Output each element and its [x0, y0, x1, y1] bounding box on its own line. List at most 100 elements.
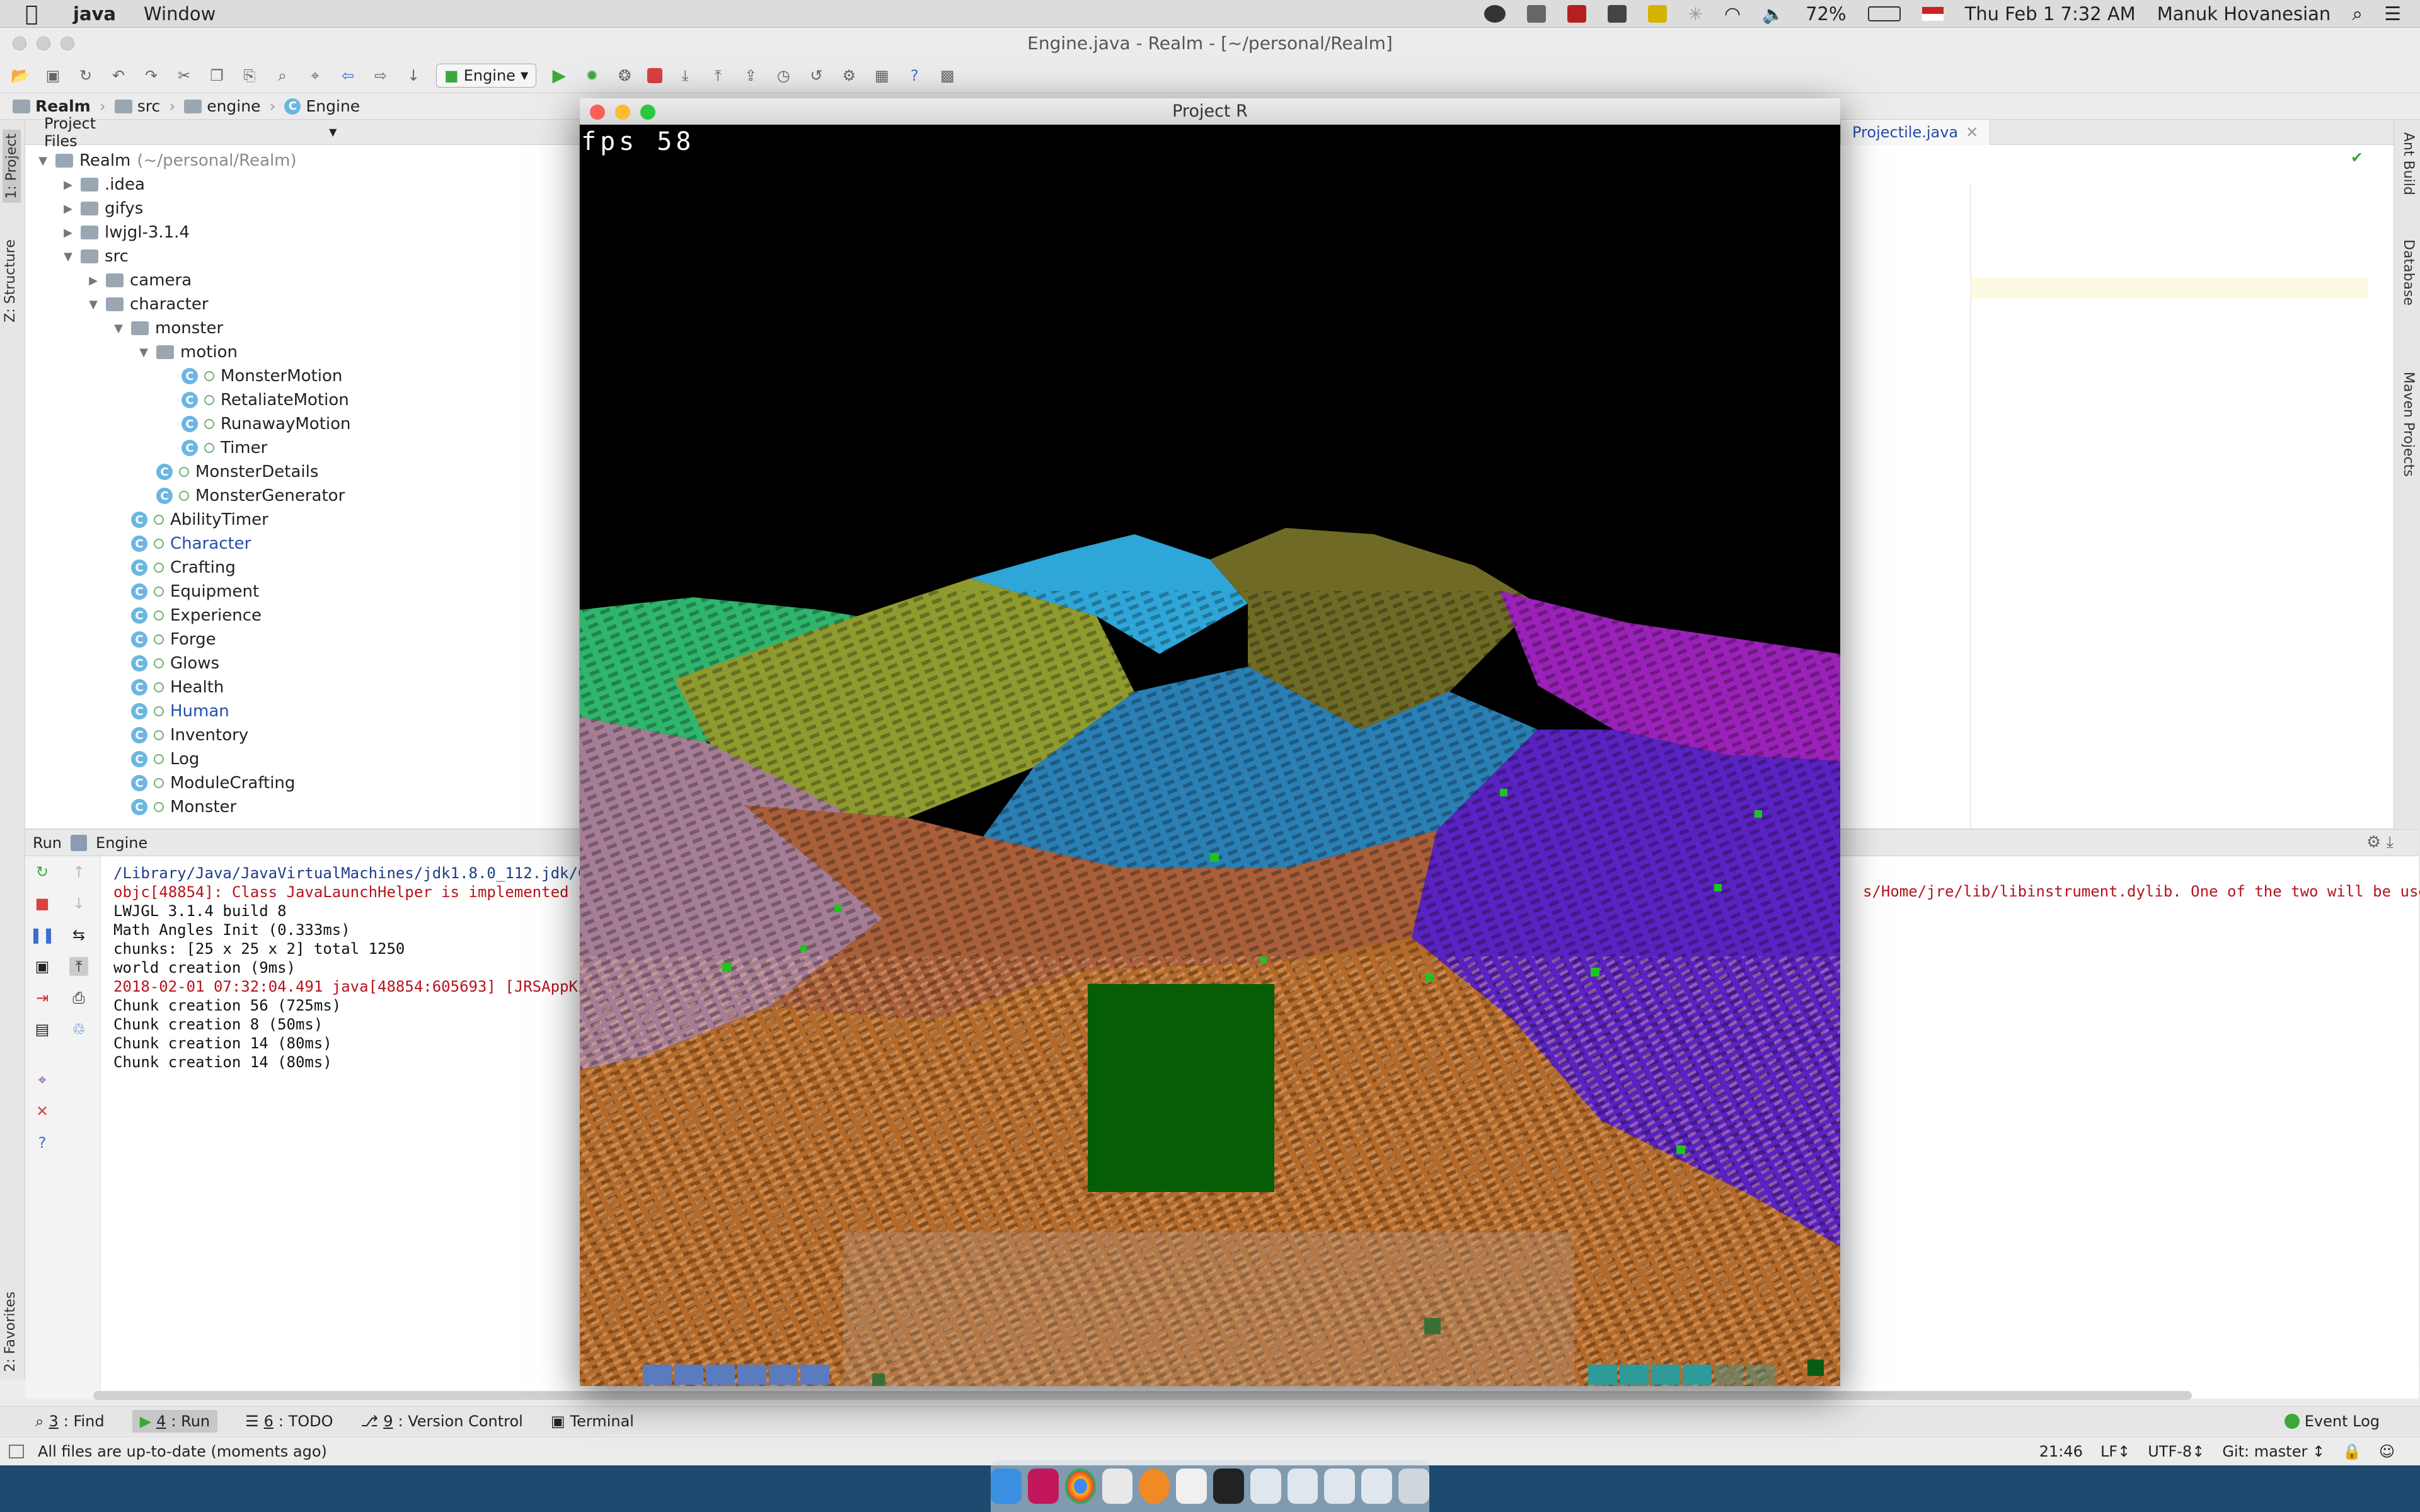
breadcrumb-realm[interactable]: Realm — [13, 97, 91, 115]
inspector-icon[interactable]: ☺ — [2379, 1443, 2395, 1460]
scroll-to-end-icon[interactable]: ⤒ — [69, 957, 88, 976]
game-zoom-button[interactable] — [640, 105, 655, 120]
tree-folder[interactable]: ▼ monster — [25, 316, 579, 340]
chevron-down-icon[interactable]: ▼ — [329, 126, 337, 138]
tool-tab[interactable]: ☰ 6: TODO — [245, 1412, 333, 1430]
tree-class[interactable]: ▶CLog — [25, 747, 579, 771]
vcs-history-icon[interactable]: ◷ — [773, 66, 793, 86]
intellij-icon[interactable] — [1027, 1469, 1059, 1504]
layout-icon[interactable]: ▤ — [33, 1020, 52, 1039]
tree-class[interactable]: ▶CForge — [25, 627, 579, 651]
settings-icon[interactable]: ⚙ — [839, 66, 859, 86]
open-icon[interactable]: 📂 — [10, 66, 30, 86]
tree-class[interactable]: ▶CHealth — [25, 675, 579, 699]
help-icon[interactable]: ? — [33, 1133, 52, 1152]
tool-tab[interactable]: ⎇ 9: Version Control — [361, 1412, 523, 1430]
tree-class[interactable]: ▶CExperience — [25, 604, 579, 627]
tree-folder[interactable]: ▶ camera — [25, 268, 579, 292]
exit-icon[interactable]: ⇥ — [33, 988, 52, 1007]
expand-arrow-icon[interactable]: ▼ — [137, 346, 150, 359]
gear-icon[interactable]: ⚙ ⤓ — [2366, 833, 2394, 852]
tree-class[interactable]: ▶CInventory — [25, 723, 579, 747]
coverage-icon[interactable]: ❂ — [614, 66, 635, 86]
textedit-icon[interactable] — [1102, 1469, 1133, 1504]
app-menu[interactable]: java — [73, 3, 116, 25]
tree-folder[interactable]: ▶ lwjgl-3.1.4 — [25, 220, 579, 244]
breadcrumb-src[interactable]: src — [114, 97, 160, 115]
tree-folder[interactable]: ▼ Realm (~/personal/Realm) — [25, 149, 579, 173]
tray-app-icon[interactable] — [1484, 5, 1506, 23]
tree-class[interactable]: ▶CHuman — [25, 699, 579, 723]
trash-icon[interactable]: ♲ — [69, 1020, 88, 1039]
flag-icon[interactable] — [1922, 7, 1944, 21]
pause-icon[interactable]: ❚❚ — [30, 925, 55, 944]
help-icon[interactable]: ? — [904, 66, 925, 86]
rerun-icon[interactable]: ↻ — [33, 862, 52, 881]
volume-icon[interactable]: 🔈 — [1762, 4, 1784, 25]
tool-tab[interactable]: ▣ Terminal — [551, 1412, 634, 1430]
down-icon[interactable]: ↓ — [69, 894, 88, 913]
apple-menu-icon[interactable]:  — [25, 1, 50, 26]
replace-icon[interactable]: ⌖ — [305, 66, 325, 86]
close-icon[interactable]: ✕ — [33, 1102, 52, 1121]
tree-class[interactable]: ▶CTimer — [25, 436, 579, 460]
print-icon[interactable]: ⎙ — [69, 988, 88, 1007]
clock[interactable]: Thu Feb 1 7:32 AM — [1965, 3, 2136, 25]
tree-class[interactable]: ▶CCharacter — [25, 532, 579, 556]
lock-icon[interactable]: 🔒 — [2342, 1443, 2361, 1460]
debug-icon[interactable]: ✹ — [582, 66, 602, 86]
save-icon[interactable]: ▣ — [43, 66, 63, 86]
tree-class[interactable]: ▶CMonsterDetails — [25, 460, 579, 484]
paste-icon[interactable]: ⎘ — [239, 66, 260, 86]
project-view-select[interactable]: Project Files — [44, 115, 96, 150]
tree-class[interactable]: ▶CGlows — [25, 651, 579, 675]
wifi-icon[interactable]: ◠ — [1724, 3, 1741, 25]
finder-icon[interactable] — [991, 1469, 1022, 1504]
ide-zoom-button[interactable] — [60, 37, 74, 50]
tree-class[interactable]: ▶CEquipment — [25, 580, 579, 604]
tray-tool-icon[interactable] — [1526, 5, 1546, 23]
game-close-button[interactable] — [590, 105, 605, 120]
close-icon[interactable]: ✕ — [1966, 123, 1978, 141]
revert-icon[interactable]: ↺ — [806, 66, 826, 86]
find-icon[interactable]: ⌕ — [272, 66, 292, 86]
collapse-arrow-icon[interactable]: ▶ — [62, 202, 74, 215]
tool-windows-icon[interactable] — [9, 1444, 24, 1458]
terminal-icon[interactable] — [1213, 1469, 1244, 1504]
download-stack-icon[interactable] — [1324, 1469, 1356, 1504]
caret-position[interactable]: 21:46 — [2039, 1443, 2083, 1460]
notification-center-icon[interactable]: ☰ — [2384, 3, 2401, 25]
tree-folder[interactable]: ▶ gifys — [25, 197, 579, 220]
expand-arrow-icon[interactable]: ▼ — [87, 298, 100, 311]
battery-percent[interactable]: 72% — [1806, 3, 1846, 25]
vcs-push-icon[interactable]: ⇪ — [740, 66, 761, 86]
chrome-icon[interactable] — [1064, 1469, 1096, 1504]
tree-class[interactable]: ▶CCrafting — [25, 556, 579, 580]
tree-folder[interactable]: ▼ motion — [25, 340, 579, 364]
tree-class[interactable]: ▶CModuleCrafting — [25, 771, 579, 795]
tab-maven-projects[interactable]: Maven Projects — [2400, 372, 2416, 477]
user-name[interactable]: Manuk Hovanesian — [2157, 3, 2331, 25]
run-config-select[interactable]: ■ Engine ▼ — [436, 63, 537, 88]
game-minimize-button[interactable] — [615, 105, 630, 120]
back-icon[interactable]: ⇦ — [338, 66, 358, 86]
copy-icon[interactable]: ❐ — [207, 66, 227, 86]
expand-arrow-icon[interactable]: ▼ — [112, 322, 125, 335]
sync-icon[interactable]: ↻ — [76, 66, 96, 86]
tab-ant-build[interactable]: Ant Build — [2400, 132, 2416, 195]
vcs-update-icon[interactable]: ⤓ — [675, 66, 695, 86]
battery-icon[interactable] — [1867, 6, 1901, 21]
tree-folder[interactable]: ▼ character — [25, 292, 579, 316]
tree-class[interactable]: ▶CMonsterGenerator — [25, 484, 579, 508]
tab-database[interactable]: Database — [2400, 239, 2416, 306]
tray-red-icon[interactable] — [1567, 5, 1586, 23]
structure-icon[interactable]: ▦ — [872, 66, 892, 86]
run-icon[interactable]: ▶ — [549, 65, 569, 86]
up-icon[interactable]: ↑ — [69, 862, 88, 881]
run-config-tab[interactable]: Engine — [96, 834, 147, 852]
build-icon[interactable]: ↓ — [403, 66, 424, 86]
vcs-commit-icon[interactable]: ⤒ — [708, 66, 728, 86]
tree-folder[interactable]: ▼ src — [25, 244, 579, 268]
expand-arrow-icon[interactable]: ▼ — [37, 154, 49, 168]
breadcrumb-engine-package[interactable]: engine — [184, 97, 260, 115]
